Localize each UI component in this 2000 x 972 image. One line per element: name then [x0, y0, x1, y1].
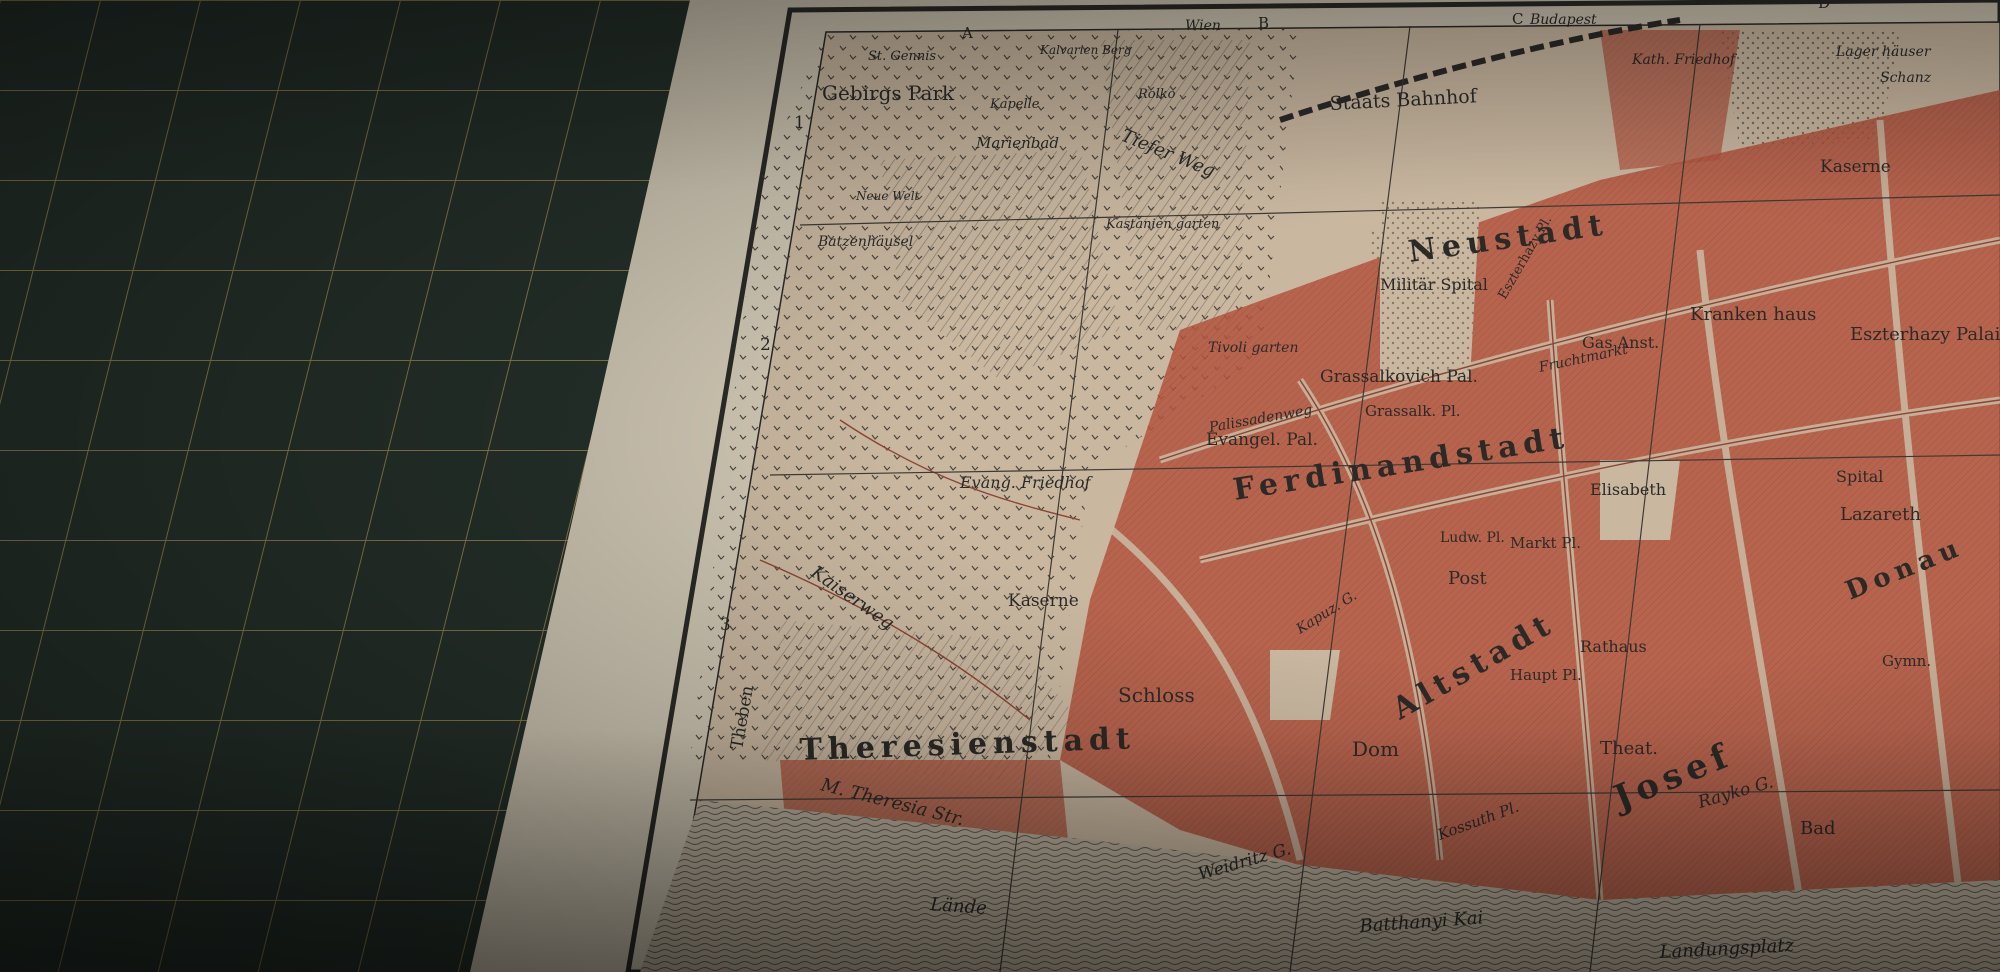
col-letter-d: D — [1818, 0, 1830, 12]
place-neue-welt: Neue Welt — [855, 189, 920, 203]
place-markt-pl: Markt Pl. — [1510, 534, 1581, 552]
place-batzenhaeusel: Batzenhäusel — [817, 234, 913, 250]
place-gymn: Gymn. — [1882, 652, 1931, 670]
place-kaserne-south: Kaserne — [1008, 591, 1079, 611]
place-marienbad: Marienbad — [975, 134, 1059, 152]
place-tivoli-garten: Tivoli garten — [1208, 340, 1299, 356]
place-dom: Dom — [1352, 737, 1399, 761]
place-kranken-haus: Kranken haus — [1690, 304, 1816, 325]
place-post: Post — [1448, 568, 1487, 589]
place-schanz: Schanz — [1880, 70, 1932, 86]
place-evang-friedhof: Evang. Friedhof — [959, 473, 1093, 492]
margin-label-wien: Wien — [1185, 18, 1221, 34]
place-kaserne-north: Kaserne — [1820, 157, 1891, 177]
place-bad: Bad — [1800, 818, 1835, 839]
col-letter-a: A — [961, 24, 973, 42]
col-letter-b: B — [1258, 14, 1269, 32]
place-haupt-pl: Haupt Pl. — [1510, 666, 1582, 684]
place-lazareth: Lazareth — [1840, 504, 1921, 525]
street-lude: Lände — [929, 894, 988, 919]
place-kalvarien-berg: Kalvarien Berg — [1039, 43, 1132, 57]
place-grassalkovich-pal: Grassalkovich Pal. — [1320, 367, 1478, 387]
place-grassalk-pl: Grassalk. Pl. — [1365, 402, 1461, 420]
place-rolko: Rolko — [1137, 87, 1176, 102]
place-st-gennis: St. Gennis — [868, 49, 936, 64]
place-lager-haeuser: Lager häuser — [1835, 44, 1932, 60]
place-theat: Theat. — [1600, 738, 1658, 759]
place-militaer-spital: Militär Spital — [1380, 275, 1488, 294]
place-evangel-pal: Evangel. Pal. — [1206, 430, 1318, 450]
row-number-1: 1 — [794, 113, 805, 133]
map-scene: A B C D 1 2 3 Wien Budapest Theben Neust… — [0, 0, 2000, 972]
place-spital: Spital — [1836, 467, 1883, 486]
row-number-2: 2 — [760, 335, 771, 355]
place-kath-friedhof: Kath. Friedhof — [1631, 52, 1738, 68]
place-elisabeth: Elisabeth — [1590, 480, 1666, 499]
margin-label-budapest: Budapest — [1529, 12, 1597, 28]
place-gebirgs-park: Gebirgs Park — [822, 81, 955, 105]
place-schloss: Schloss — [1118, 683, 1195, 707]
row-number-3: 3 — [720, 615, 731, 635]
col-letter-c: C — [1512, 10, 1523, 28]
place-kastanien-garten: Kastanien garten — [1105, 217, 1219, 232]
place-eszterhazy-palais: Eszterhazy Palais — [1850, 324, 2000, 345]
place-kapelle: Kapelle — [989, 97, 1040, 112]
place-rathaus: Rathaus — [1580, 637, 1647, 656]
place-ludw-pl: Ludw. Pl. — [1440, 530, 1505, 546]
